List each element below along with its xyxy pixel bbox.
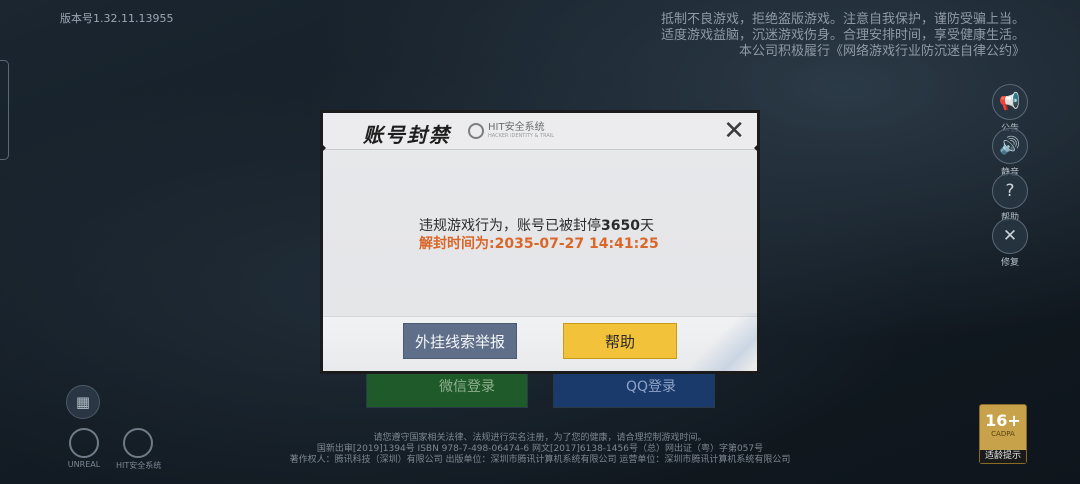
age-rating-value: 16+ — [985, 411, 1021, 430]
notice-line: 适度游戏益脑，沉迷游戏伤身。合理安排时间，享受健康生活。 — [660, 28, 1025, 43]
dialog-title: 账号封禁 — [363, 123, 451, 147]
dialog-body: 账号封禁 HIT安全系统 HACKER IDENTITY & TRAIL ✕ 违… — [323, 113, 757, 371]
hit-shield-icon — [468, 123, 484, 139]
age-rating-org: CADPA — [991, 430, 1015, 438]
announcement-icon: 📢 — [992, 84, 1028, 120]
decorative-light — [687, 313, 757, 371]
ban-days-unit: 天 — [639, 218, 654, 234]
announcement-button[interactable]: 📢 公告 — [992, 84, 1028, 134]
notice-line: 抵制不良游戏，拒绝盗版游戏。注意自我保护，谨防受骗上当。 — [660, 12, 1025, 27]
unban-time-line: 解封时间为:2035-07-27 14:41:25 — [419, 235, 659, 253]
wechat-login-label: 微信登录 — [439, 379, 495, 395]
footer-legal: 请您遵守国家相关法律、法规进行实名注册，为了您的健康，请合理控制游戏时间。 国新… — [260, 433, 820, 466]
footer-line: 国新出审[2019]1394号 ISBN 978-7-498-06474-6 网… — [316, 444, 764, 454]
hit-system-badge: HIT安全系统 HACKER IDENTITY & TRAIL — [468, 123, 554, 139]
hit-security-logo: HIT安全系统 — [116, 428, 162, 471]
unreal-logo-text: UNREAL — [67, 460, 101, 469]
help-side-button[interactable]: ? 帮助 — [992, 173, 1028, 223]
qq-login-button[interactable]: QQ登录 — [553, 372, 715, 408]
left-edge-handle[interactable] — [0, 60, 9, 160]
unban-time-label: 解封时间为: — [419, 236, 495, 252]
repair-icon: ✕ — [992, 218, 1028, 254]
age-rating-label: 适龄提示 — [980, 450, 1026, 463]
help-icon: ? — [992, 173, 1028, 209]
ban-reason-line: 违规游戏行为，账号已被封停3650天 — [419, 217, 659, 235]
repair-button[interactable]: ✕ 修复 — [992, 218, 1028, 268]
repair-label: 修复 — [1000, 258, 1019, 268]
unreal-logo: UNREAL — [62, 428, 106, 469]
footer-line: 著作权人：腾讯科技（深圳）有限公司 出版单位：深圳市腾讯计算机系统有限公司 运营… — [289, 455, 791, 465]
close-icon[interactable]: ✕ — [723, 118, 745, 144]
qr-code-icon: ▦ — [75, 393, 91, 411]
mute-button[interactable]: 🔊 静音 — [992, 128, 1028, 178]
health-notice: 抵制不良游戏，拒绝盗版游戏。注意自我保护，谨防受骗上当。 适度游戏益脑，沉迷游戏… — [585, 12, 1025, 60]
qq-login-label: QQ登录 — [626, 379, 677, 395]
hit-badge-subtext: HACKER IDENTITY & TRAIL — [488, 133, 555, 139]
hit-logo-text: HIT安全系统 — [116, 461, 162, 470]
volume-icon: 🔊 — [992, 128, 1028, 164]
unreal-logo-icon — [69, 428, 99, 458]
ban-days: 3650 — [601, 218, 640, 234]
wechat-login-button[interactable]: 微信登录 — [366, 372, 528, 408]
unban-time-value: 2035-07-27 14:41:25 — [494, 236, 659, 252]
ban-reason-text: 违规游戏行为，账号已被封停 — [419, 218, 601, 234]
frame-notch-left — [320, 142, 326, 154]
age-rating-badge[interactable]: 16+ CADPA 适龄提示 — [979, 404, 1027, 464]
hit-logo-icon — [123, 428, 153, 458]
notice-line: 本公司积极履行《网络游戏行业防沉迷自律公约》 — [738, 44, 1025, 59]
dialog-title-bar: 账号封禁 HIT安全系统 HACKER IDENTITY & TRAIL ✕ — [323, 113, 757, 150]
help-button[interactable]: 帮助 — [563, 323, 677, 359]
hit-badge-text: HIT安全系统 — [488, 122, 545, 133]
account-ban-dialog: 账号封禁 HIT安全系统 HACKER IDENTITY & TRAIL ✕ 违… — [320, 110, 760, 374]
cheat-report-button[interactable]: 外挂线索举报 — [403, 323, 517, 359]
qr-scan-button[interactable]: ▦ — [66, 385, 100, 419]
frame-notch-right — [754, 142, 760, 154]
version-label: 版本号1.32.11.13955 — [60, 12, 174, 25]
footer-line: 请您遵守国家相关法律、法规进行实名注册，为了您的健康，请合理控制游戏时间。 — [373, 433, 707, 443]
ban-message: 违规游戏行为，账号已被封停3650天 解封时间为:2035-07-27 14:4… — [419, 217, 659, 253]
